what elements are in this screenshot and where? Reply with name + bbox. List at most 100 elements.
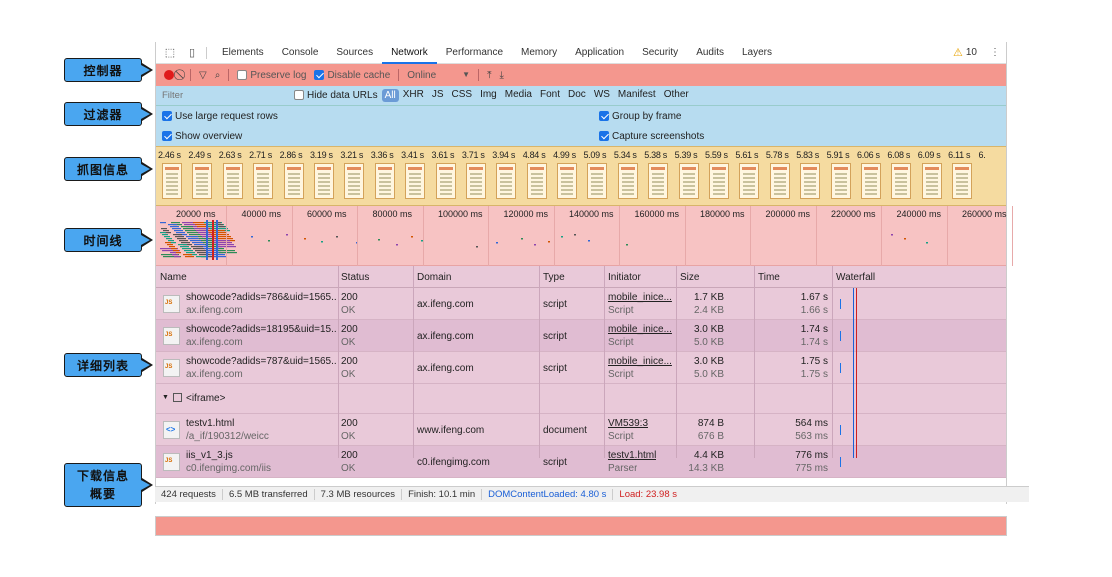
timeline-activity-mark: [192, 242, 204, 244]
type-filter-css[interactable]: CSS: [448, 89, 477, 102]
screenshot-time: 5.09 s: [583, 150, 607, 160]
header-domain[interactable]: Domain: [417, 272, 451, 283]
screenshot-thumbnail[interactable]: [192, 163, 213, 199]
tab-layers[interactable]: Layers: [733, 47, 781, 58]
screenshot-thumbnail[interactable]: [283, 163, 304, 199]
checkbox-box: [162, 130, 172, 141]
screenshot-thumbnail[interactable]: [344, 163, 365, 199]
header-time[interactable]: Time: [758, 272, 780, 283]
timeline-activity-mark: [904, 238, 906, 240]
group-by-frame-checkbox[interactable]: Group by frame: [599, 111, 681, 122]
screenshot-thumbnail[interactable]: [648, 163, 669, 199]
screenshot-thumbnail[interactable]: [465, 163, 486, 199]
tab-elements[interactable]: Elements: [213, 47, 273, 58]
type-filter-media[interactable]: Media: [501, 89, 536, 102]
timeline-activity-mark: [189, 234, 201, 236]
disable-cache-checkbox[interactable]: Disable cache: [314, 70, 390, 81]
import-har-icon[interactable]: ⤒: [487, 70, 491, 81]
screenshot-thumbnail[interactable]: [800, 163, 821, 199]
capture-screenshots-checkbox[interactable]: Capture screenshots: [599, 131, 704, 142]
table-body: showcode?adids=786&uid=1565... ax.ifeng.c…: [156, 288, 1006, 478]
type-filter-xhr[interactable]: XHR: [399, 89, 428, 102]
type-filter-all[interactable]: All: [381, 89, 399, 102]
timeline-overview[interactable]: 20000 ms 40000 ms 60000 ms 80000 ms 100000 m…: [156, 206, 1013, 266]
export-har-icon[interactable]: ⤓: [500, 70, 504, 81]
screenshot-thumbnail[interactable]: [860, 163, 881, 199]
type-filter-manifest[interactable]: Manifest: [614, 89, 660, 102]
tab-audits[interactable]: Audits: [687, 47, 733, 58]
column-divider: [338, 266, 339, 458]
table-row[interactable]: iis_v1_3.js c0.ifengimg.com/iis 200 OK c0.if…: [156, 446, 1006, 478]
request-url: c0.ifengimg.com/iis: [186, 463, 272, 474]
tab-sources[interactable]: Sources: [327, 47, 382, 58]
screenshot-thumbnail[interactable]: [587, 163, 608, 199]
screenshot-thumbnail[interactable]: [921, 163, 942, 199]
screenshot-thumbnail[interactable]: [222, 163, 243, 199]
tab-performance[interactable]: Performance: [437, 47, 512, 58]
tab-memory[interactable]: Memory: [512, 47, 566, 58]
screenshot-thumbnail[interactable]: [678, 163, 699, 199]
table-row[interactable]: testv1.html/a_if/190312/weicc 200 OK www.if…: [156, 414, 1006, 446]
header-size[interactable]: Size: [680, 272, 699, 283]
type-filter-font[interactable]: Font: [536, 89, 564, 102]
screenshot-thumbnail[interactable]: [496, 163, 517, 199]
timeline-activity-mark: [304, 238, 306, 240]
type-filter-ws[interactable]: WS: [590, 89, 614, 102]
filter-input[interactable]: [162, 90, 290, 101]
preserve-log-checkbox[interactable]: Preserve log: [237, 70, 306, 81]
screenshot-thumbnail[interactable]: [162, 163, 182, 199]
record-icon[interactable]: [164, 70, 174, 80]
screenshot-time: 3.21 s: [340, 150, 364, 160]
checkbox-box: [599, 130, 609, 141]
screenshot-thumbnail[interactable]: [313, 163, 334, 199]
table-row[interactable]: showcode?adids=787&uid=1565... ax.ifeng.c…: [156, 352, 1006, 384]
tab-application[interactable]: Application: [566, 47, 633, 58]
tab-security[interactable]: Security: [633, 47, 687, 58]
type-filter-doc[interactable]: Doc: [564, 89, 590, 102]
table-row[interactable]: showcode?adids=786&uid=1565... ax.ifeng.c…: [156, 288, 1006, 320]
device-toolbar-icon[interactable]: ▯: [184, 46, 200, 60]
status-text: OK: [341, 463, 356, 474]
type-filter-img[interactable]: Img: [476, 89, 501, 102]
tab-network[interactable]: Network: [382, 42, 437, 64]
timeline-label: 220000 ms: [831, 209, 876, 219]
type-filter-other[interactable]: Other: [660, 89, 693, 102]
screenshot-thumbnail[interactable]: [830, 163, 851, 199]
hide-data-urls-checkbox[interactable]: Hide data URLs: [294, 90, 378, 101]
show-overview-checkbox[interactable]: Show overview: [162, 131, 242, 142]
header-name[interactable]: Name: [160, 272, 187, 283]
throttle-select[interactable]: Online ▼: [407, 70, 470, 81]
screenshot-thumbnail[interactable]: [891, 163, 912, 199]
annotation-controls-text: 控制器: [83, 63, 123, 78]
type-filter-js[interactable]: JS: [428, 89, 448, 102]
warning-counter[interactable]: ⚠ 10 ⋮: [953, 46, 1006, 59]
frame-group-row[interactable]: ▼ <iframe>: [156, 384, 1006, 414]
screenshot-thumbnail[interactable]: [739, 163, 760, 199]
screenshot-thumbnail[interactable]: [709, 163, 730, 199]
expand-triangle-icon[interactable]: ▼: [162, 394, 169, 401]
header-status[interactable]: Status: [341, 272, 369, 283]
more-menu-icon[interactable]: ⋮: [990, 47, 1000, 58]
header-type[interactable]: Type: [543, 272, 565, 283]
header-initiator[interactable]: Initiator: [608, 272, 641, 283]
search-icon[interactable]: ⌕: [215, 70, 221, 81]
large-rows-checkbox[interactable]: Use large request rows: [162, 111, 278, 122]
tab-console[interactable]: Console: [273, 47, 328, 58]
screenshot-thumbnail[interactable]: [557, 163, 578, 199]
inspect-element-icon[interactable]: ⬚: [162, 46, 178, 60]
screenshot-thumbnail[interactable]: [952, 163, 973, 199]
request-url: /a_if/190312/weicc: [186, 431, 269, 442]
screenshot-thumbnail[interactable]: [617, 163, 638, 199]
screenshot-thumbnail[interactable]: [405, 163, 426, 199]
timeline-activity-mark: [396, 244, 398, 246]
filter-icon[interactable]: ▽: [199, 70, 207, 81]
screenshot-thumbnail[interactable]: [374, 163, 395, 199]
header-waterfall[interactable]: Waterfall: [836, 272, 875, 283]
latency-time: 563 ms: [795, 431, 828, 442]
table-row[interactable]: showcode?adids=18195&uid=15... ax.ifeng.c…: [156, 320, 1006, 352]
screenshot-thumbnail[interactable]: [526, 163, 547, 199]
timeline-activity-mark: [161, 228, 167, 230]
screenshot-thumbnail[interactable]: [769, 163, 790, 199]
screenshot-thumbnail[interactable]: [253, 163, 274, 199]
screenshot-thumbnail[interactable]: [435, 163, 456, 199]
